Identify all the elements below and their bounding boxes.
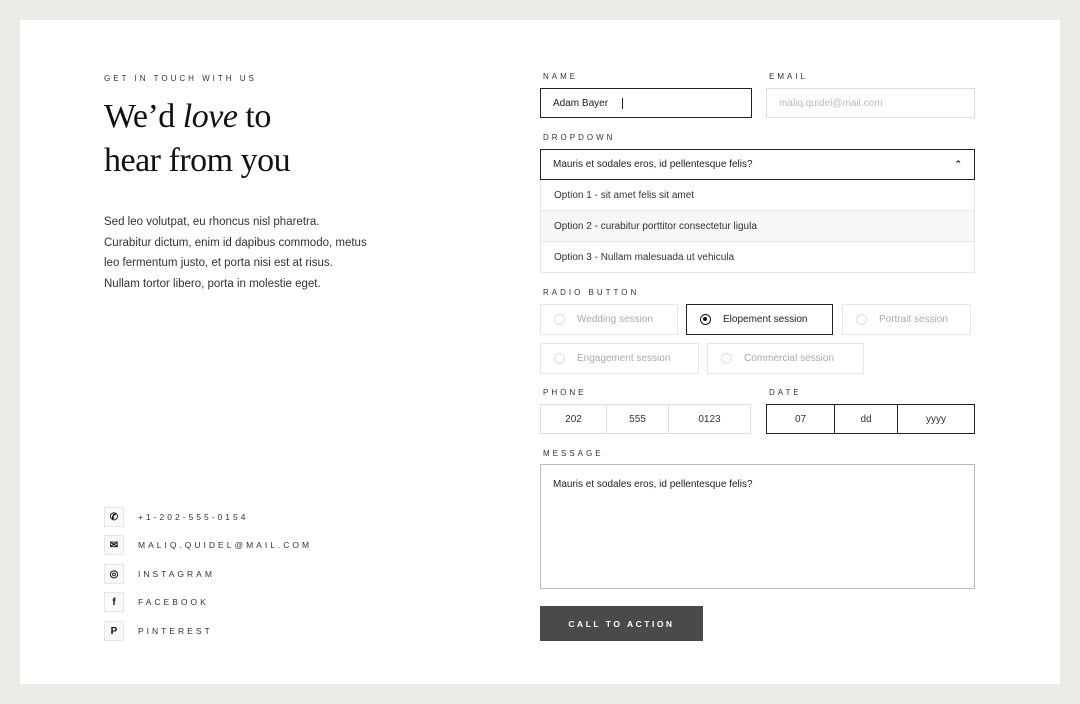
radio-icon <box>856 314 867 325</box>
title-line-2: hear from you <box>104 142 291 179</box>
email-label: EMAIL <box>769 72 809 81</box>
title-part: We’d <box>104 98 183 135</box>
radio-text: Portrait session <box>879 314 948 325</box>
radio-icon <box>554 353 565 364</box>
title-emphasis: love <box>182 98 238 135</box>
intro-paragraph: Sed leo volutpat, eu rhoncus nisl pharet… <box>104 216 367 290</box>
radio-text: Wedding session <box>577 314 653 325</box>
contact-label: INSTAGRAM <box>138 569 215 579</box>
email-input[interactable]: maliq.quidel@mail.com <box>766 88 975 118</box>
phone-prefix-input[interactable]: 555 <box>606 404 669 434</box>
dropdown-label: DROPDOWN <box>543 133 616 142</box>
facebook-icon: f <box>104 592 124 612</box>
date-day-input[interactable]: dd <box>834 404 898 434</box>
radio-engagement[interactable]: Engagement session <box>540 343 699 374</box>
name-label: NAME <box>543 72 579 81</box>
text-cursor <box>622 97 624 109</box>
email-placeholder: maliq.quidel@mail.com <box>779 97 883 109</box>
dropdown-option[interactable]: Option 1 - sit amet felis sit amet <box>540 180 975 211</box>
page-title: We’d love to hear from you <box>104 95 291 183</box>
phone-line-input[interactable]: 0123 <box>668 404 751 434</box>
contact-label: +1-202-555-0154 <box>138 512 249 522</box>
date-label: DATE <box>769 388 802 397</box>
contact-email[interactable]: ✉ MALIQ.QUIDEL@MAIL.COM <box>104 535 312 555</box>
contact-facebook[interactable]: f FACEBOOK <box>104 592 209 612</box>
chevron-up-icon: ⌃ <box>954 159 962 169</box>
name-value: Adam Bayer <box>553 97 609 109</box>
call-to-action-button[interactable]: CALL TO ACTION <box>540 606 703 641</box>
radio-commercial[interactable]: Commercial session <box>707 343 864 374</box>
radio-checked-icon <box>700 314 711 325</box>
phone-icon: ✆ <box>104 507 124 527</box>
phone-label: PHONE <box>543 388 587 397</box>
message-textarea[interactable]: Mauris et sodales eros, id pellentesque … <box>540 464 975 589</box>
contact-label: PINTEREST <box>138 626 213 636</box>
radio-label: RADIO BUTTON <box>543 288 640 297</box>
title-part: to <box>237 98 271 135</box>
radio-text: Commercial session <box>744 353 835 364</box>
dropdown-value: Mauris et sodales eros, id pellentesque … <box>553 159 753 170</box>
radio-text: Engagement session <box>577 353 671 364</box>
phone-area-input[interactable]: 202 <box>540 404 607 434</box>
dropdown-select[interactable]: Mauris et sodales eros, id pellentesque … <box>540 149 975 180</box>
mail-icon: ✉ <box>104 535 124 555</box>
radio-elopement[interactable]: Elopement session <box>686 304 833 335</box>
contact-pinterest[interactable]: P PINTEREST <box>104 621 213 641</box>
radio-text: Elopement session <box>723 314 808 325</box>
pinterest-icon: P <box>104 621 124 641</box>
radio-wedding[interactable]: Wedding session <box>540 304 678 335</box>
instagram-icon: ◎ <box>104 564 124 584</box>
contact-label: MALIQ.QUIDEL@MAIL.COM <box>138 540 313 550</box>
contact-label: FACEBOOK <box>138 597 209 607</box>
date-year-input[interactable]: yyyy <box>897 404 975 434</box>
radio-icon <box>721 353 732 364</box>
radio-portrait[interactable]: Portrait session <box>842 304 971 335</box>
date-month-input[interactable]: 07 <box>766 404 835 434</box>
message-label: MESSAGE <box>543 449 604 458</box>
dropdown-option[interactable]: Option 3 - Nullam malesuada ut vehicula <box>540 242 975 273</box>
contact-phone[interactable]: ✆ +1-202-555-0154 <box>104 507 248 527</box>
contact-instagram[interactable]: ◎ INSTAGRAM <box>104 564 215 584</box>
radio-icon <box>554 314 565 325</box>
dropdown-option[interactable]: Option 2 - curabitur porttitor consectet… <box>540 211 975 242</box>
name-input[interactable]: Adam Bayer <box>540 88 752 118</box>
eyebrow: GET IN TOUCH WITH US <box>104 74 257 83</box>
